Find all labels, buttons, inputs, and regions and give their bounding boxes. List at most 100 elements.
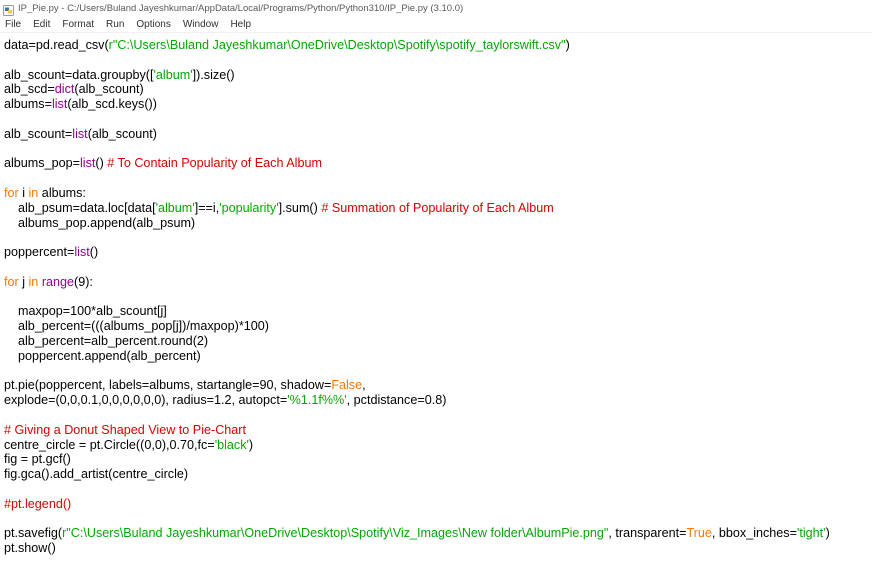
- code-text-token: explode=(0,0,0.1,0,0,0,0,0,0), radius=1.…: [4, 393, 288, 408]
- code-line[interactable]: [4, 512, 830, 527]
- code-line[interactable]: fig.gca().add_artist(centre_circle): [4, 467, 830, 482]
- code-text-token: j: [18, 274, 29, 289]
- code-text-token: pt.pie(poppercent, labels=albums, starta…: [4, 378, 332, 393]
- comment-token: #pt.legend(): [4, 496, 72, 511]
- menu-bar: File Edit Format Run Options Window Help: [0, 16, 872, 33]
- code-line[interactable]: pt.pie(poppercent, labels=albums, starta…: [4, 378, 830, 393]
- code-line[interactable]: [4, 171, 830, 186]
- keyword-token: in: [28, 185, 39, 200]
- code-text-token: pt.show(): [4, 541, 56, 556]
- code-text-token: fig.gca().add_artist(centre_circle): [4, 467, 189, 482]
- code-line[interactable]: pt.savefig(r"C:\Users\Buland Jayeshkumar…: [4, 526, 830, 541]
- code-line[interactable]: albums_pop.append(alb_psum): [4, 216, 830, 231]
- code-text-token: ]).size(): [192, 67, 235, 82]
- code-line[interactable]: alb_scount=data.groupby(['album']).size(…: [4, 68, 830, 83]
- code-text-token: albums_pop.append(alb_psum): [4, 215, 196, 230]
- code-text-token: , transparent=: [608, 526, 687, 541]
- code-text-token: ]==i,: [194, 200, 220, 215]
- code-text-token: poppercent=: [4, 245, 75, 260]
- menu-format[interactable]: Format: [56, 19, 100, 30]
- code-text-token: i: [18, 185, 29, 200]
- string-token: '%1.1f%%': [287, 393, 347, 408]
- code-text-token: alb_scd=: [4, 82, 55, 97]
- code-text-token: poppercent.append(alb_percent): [4, 348, 201, 363]
- code-line[interactable]: poppercent.append(alb_percent): [4, 349, 830, 364]
- code-text-token: centre_circle = pt.Circle((0,0),0.70,fc=: [4, 437, 215, 452]
- window-title: IP_Pie.py - C:/Users/Buland Jayeshkumar/…: [18, 2, 464, 14]
- keyword-token: for: [4, 185, 19, 200]
- code-text-token: (alb_scount): [74, 82, 144, 97]
- code-line[interactable]: for j in range(9):: [4, 275, 830, 290]
- keyword-token: for: [4, 274, 19, 289]
- code-line[interactable]: poppercent=list(): [4, 245, 830, 260]
- code-line[interactable]: [4, 112, 830, 127]
- code-line[interactable]: for i in albums:: [4, 186, 830, 201]
- code-text-token: alb_scount=data.groupby([: [4, 67, 154, 82]
- code-line[interactable]: explode=(0,0,0.1,0,0,0,0,0,0), radius=1.…: [4, 393, 830, 408]
- code-text-token: , bbox_inches=: [711, 526, 797, 541]
- code-text-token: ,: [362, 378, 366, 393]
- menu-window[interactable]: Window: [177, 19, 225, 30]
- menu-edit[interactable]: Edit: [27, 19, 56, 30]
- code-text-token: data=pd.read_csv(: [4, 38, 109, 52]
- code-line[interactable]: alb_psum=data.loc[data['album']==i,'popu…: [4, 201, 830, 216]
- keyword-token: True: [686, 526, 712, 541]
- builtin-token: range: [41, 274, 75, 289]
- code-text-token: ].sum(): [278, 200, 322, 215]
- code-line[interactable]: fig = pt.gcf(): [4, 452, 830, 467]
- code-line[interactable]: [4, 53, 830, 68]
- code-text-token: albums=: [4, 97, 52, 112]
- code-line[interactable]: [4, 290, 830, 305]
- code-line[interactable]: # Giving a Donut Shaped View to Pie-Char…: [4, 423, 830, 438]
- keyword-token: False: [331, 378, 363, 393]
- code-line[interactable]: alb_scd=dict(alb_scount): [4, 82, 830, 97]
- code-line[interactable]: [4, 364, 830, 379]
- comment-token: # Summation of Popularity of Each Album: [321, 200, 554, 215]
- code-text[interactable]: data=pd.read_csv(r"C:\Users\Buland Jayes…: [4, 38, 830, 556]
- title-bar: IP_Pie.py - C:/Users/Buland Jayeshkumar/…: [0, 0, 872, 16]
- code-line[interactable]: [4, 260, 830, 275]
- code-line[interactable]: [4, 142, 830, 157]
- string-token: r"C:\Users\Buland Jayeshkumar\OneDrive\D…: [108, 38, 566, 52]
- code-text-token: , pctdistance=0.8): [346, 393, 447, 408]
- code-text-token: ): [825, 526, 830, 541]
- code-editor[interactable]: data=pd.read_csv(r"C:\Users\Buland Jayes…: [0, 33, 872, 563]
- builtin-token: list: [51, 97, 68, 112]
- code-line[interactable]: pt.show(): [4, 541, 830, 556]
- code-text-token: ): [248, 437, 254, 452]
- code-line[interactable]: [4, 408, 830, 423]
- code-text-token: alb_psum=data.loc[data[: [4, 200, 156, 215]
- menu-file[interactable]: File: [0, 19, 27, 30]
- code-line[interactable]: data=pd.read_csv(r"C:\Users\Buland Jayes…: [4, 38, 830, 53]
- string-token: 'black': [214, 437, 249, 452]
- code-text-token: albums_pop=: [4, 156, 80, 171]
- code-line[interactable]: alb_percent=(((albums_pop[j])/maxpop)*10…: [4, 319, 830, 334]
- code-line[interactable]: [4, 482, 830, 497]
- code-text-token: alb_percent=alb_percent.round(2): [4, 333, 209, 348]
- code-line[interactable]: alb_percent=alb_percent.round(2): [4, 334, 830, 349]
- code-text-token: maxpop=100*alb_scount[j]: [4, 304, 167, 319]
- code-text-token: (9):: [74, 274, 93, 289]
- code-line[interactable]: albums=list(alb_scd.keys()): [4, 97, 830, 112]
- code-text-token: alb_scount=: [4, 126, 73, 141]
- menu-options[interactable]: Options: [130, 19, 176, 30]
- code-line[interactable]: maxpop=100*alb_scount[j]: [4, 304, 830, 319]
- comment-token: # To Contain Popularity of Each Album: [107, 156, 322, 171]
- builtin-token: list: [79, 156, 96, 171]
- code-text-token: (): [95, 156, 108, 171]
- code-line[interactable]: #pt.legend(): [4, 497, 830, 512]
- string-token: 'popularity': [219, 200, 279, 215]
- string-token: 'album': [155, 200, 195, 215]
- code-line[interactable]: centre_circle = pt.Circle((0,0),0.70,fc=…: [4, 438, 830, 453]
- code-line[interactable]: [4, 230, 830, 245]
- menu-help[interactable]: Help: [224, 19, 257, 30]
- comment-token: # Giving a Donut Shaped View to Pie-Char…: [4, 422, 246, 437]
- code-line[interactable]: alb_scount=list(alb_scount): [4, 127, 830, 142]
- builtin-token: dict: [54, 82, 75, 97]
- menu-run[interactable]: Run: [100, 19, 130, 30]
- code-text-token: albums:: [38, 185, 86, 200]
- code-line[interactable]: albums_pop=list() # To Contain Popularit…: [4, 156, 830, 171]
- code-text-token: (): [89, 245, 99, 260]
- string-token: 'album': [153, 67, 193, 82]
- code-text-token: fig = pt.gcf(): [4, 452, 71, 467]
